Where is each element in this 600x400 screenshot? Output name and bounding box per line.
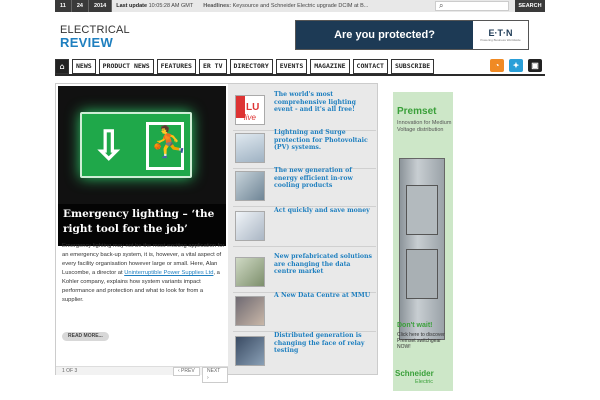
last-update-value: 10:05:28 AM GMT (148, 3, 194, 9)
list-item[interactable]: Distributed generation is changing the f… (233, 332, 376, 372)
article-thumbnail (235, 296, 265, 326)
article-thumbnail (235, 211, 265, 241)
feature-title[interactable]: Emergency lighting – ‘the right tool for… (58, 204, 226, 246)
headlines-label: Headlines: (203, 3, 232, 9)
logo-line-2: REVIEW (60, 35, 114, 50)
ad-cta: Click here to discover Premset switchgea… (397, 332, 445, 350)
svg-text:LU: LU (246, 102, 259, 113)
nav-item-contact[interactable]: CONTACT (352, 59, 388, 74)
feature-summary: Emergency lighting may not be the most e… (62, 242, 226, 305)
search-input[interactable] (435, 1, 509, 11)
prev-button[interactable]: ‹ PREV (173, 367, 200, 376)
list-item-title: A New Data Centre at MMU (274, 292, 371, 299)
list-item-title: The new generation of energy efficient i… (274, 167, 353, 189)
list-item-title: Distributed generation is changing the f… (274, 332, 365, 354)
feature-article: ⇩ ⛹ Emergency lighting – ‘the right tool… (56, 84, 228, 383)
down-arrow-icon: ⇩ (92, 124, 126, 168)
cabinet-panel (406, 185, 438, 235)
banner-ad[interactable]: Are you protected? E·T·N Powering Busine… (295, 20, 529, 50)
lux-live-logo: LUlive (236, 96, 259, 122)
article-thumbnail (235, 257, 265, 287)
last-update-label: Last update (116, 3, 148, 9)
ad-subtitle: Innovation for Medium Voltage distributi… (397, 120, 452, 133)
nav-item-features[interactable]: FEATURES (156, 59, 196, 74)
running-man-icon: ⛹ (150, 126, 188, 159)
top-bar: 11 24 2014 Last update 10:05:28 AM GMT H… (55, 0, 545, 12)
list-item[interactable]: The new generation of energy efficient i… (233, 167, 376, 207)
list-item[interactable]: Act quickly and save money (233, 207, 376, 247)
list-item[interactable]: Lightning and Surge protection for Photo… (233, 129, 376, 169)
read-more-button[interactable]: READ MORE... (62, 332, 109, 341)
nav-item-subscribe[interactable]: SUBSCRIBE (390, 59, 435, 74)
premset-ad[interactable]: Premset Innovation for Medium Voltage di… (393, 92, 453, 391)
headline-ticker: Headlines: Keysource and Schneider Elect… (197, 3, 368, 9)
social-icon[interactable]: ▣ (528, 59, 542, 72)
carousel-pager: 1 OF 3 ‹ PREV NEXT › (56, 366, 228, 383)
headline-link[interactable]: Keysource and Schneider Electric upgrade… (233, 3, 369, 9)
nav-underline (55, 74, 545, 76)
eaton-logo: E·T·N (488, 28, 513, 38)
list-item-title: The world's most comprehensive lighting … (274, 91, 356, 113)
nav-item-news[interactable]: NEWS (72, 59, 96, 74)
rss-icon[interactable]: ◔ (490, 59, 504, 72)
ad-brand: Premset (397, 106, 437, 117)
list-item[interactable]: LU live The world's most comprehensive li… (233, 91, 376, 131)
ad-headline: Don't wait! (397, 322, 433, 329)
list-item[interactable]: A New Data Centre at MMU (233, 292, 376, 332)
svg-text:live: live (244, 113, 257, 122)
main-nav: ⌂ NEWS PRODUCT NEWS FEATURES ER TV DIREC… (55, 58, 545, 76)
next-button[interactable]: NEXT › (202, 367, 228, 383)
search-button[interactable]: SEARCH (515, 0, 545, 12)
article-thumbnail: LU live (235, 95, 265, 125)
list-item-title: New prefabricated solutions are changing… (274, 253, 373, 275)
list-item-title: Lightning and Surge protection for Photo… (274, 129, 368, 151)
twitter-icon[interactable]: ✦ (509, 59, 523, 72)
schneider-logo: Schneider (395, 369, 434, 378)
date-display: 11 24 2014 (55, 0, 113, 12)
list-item[interactable]: New prefabricated solutions are changing… (233, 253, 376, 293)
nav-item-product-news[interactable]: PRODUCT NEWS (98, 59, 154, 74)
nav-item-magazine[interactable]: MAGAZINE (310, 59, 350, 74)
banner-text: Are you protected? (296, 21, 473, 49)
page-counter: 1 OF 3 (62, 368, 78, 374)
eaton-tagline: Powering Business Worldwide (480, 38, 521, 42)
date-month: 24 (71, 0, 89, 12)
article-thumbnail (235, 336, 265, 366)
cabinet-panel (406, 249, 438, 299)
banner-brand-box: E·T·N Powering Business Worldwide (473, 21, 528, 49)
nav-item-er-tv[interactable]: ER TV (198, 59, 227, 74)
home-icon[interactable]: ⌂ (55, 59, 69, 74)
date-day: 11 (55, 0, 72, 12)
nav-item-events[interactable]: EVENTS (275, 59, 308, 74)
date-year: 2014 (88, 0, 113, 12)
nav-item-directory[interactable]: DIRECTORY (229, 59, 273, 74)
search-icon: ⌕ (439, 1, 444, 10)
switchgear-image (399, 158, 445, 340)
last-update: Last update 10:05:28 AM GMT (112, 3, 197, 9)
feature-carousel: ⇩ ⛹ Emergency lighting – ‘the right tool… (55, 83, 378, 383)
schneider-logo-sub: Electric (415, 379, 434, 385)
site-logo[interactable]: ELECTRICAL REVIEW (60, 25, 130, 50)
exit-sign-illustration: ⇩ ⛹ (80, 112, 192, 178)
article-thumbnail (235, 133, 265, 163)
article-thumbnail (235, 171, 265, 201)
company-link[interactable]: Uninterruptible Power Supplies Ltd (124, 270, 213, 276)
list-item-title: Act quickly and save money (274, 207, 370, 214)
